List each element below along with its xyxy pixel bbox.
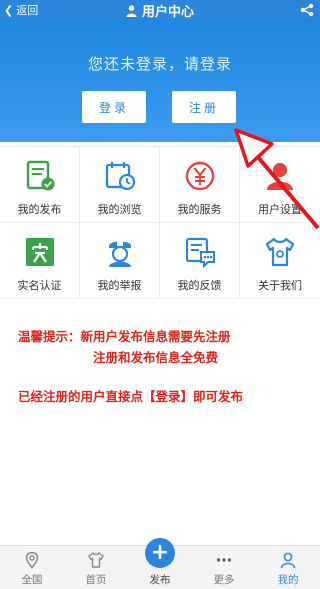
grid-item-label: 我的浏览 xyxy=(97,203,142,216)
tab-more[interactable]: 更多 xyxy=(192,546,256,589)
plus-icon: + xyxy=(145,538,175,568)
grid-item-my-posts[interactable]: 我的发布 xyxy=(0,147,80,223)
login-banner: 您还未登录，请登录 登录 注册 xyxy=(0,19,320,142)
tab-label: 首页 xyxy=(85,574,107,586)
feature-grid: 我的发布 我的浏览 我的服务 用户设置 实名认证 我的举报 我的反馈 关于我们 xyxy=(0,146,320,299)
grid-item-about-us[interactable]: 关于我们 xyxy=(240,223,320,299)
grid-item-my-browsing[interactable]: 我的浏览 xyxy=(80,147,160,223)
register-button[interactable]: 注册 xyxy=(172,91,236,123)
location-icon xyxy=(25,551,39,569)
grid-item-my-services[interactable]: 我的服务 xyxy=(160,147,240,223)
notice-line-1: 温馨提示：新用户发布信息需要先注册 xyxy=(18,329,231,344)
grid-item-my-reports[interactable]: 我的举报 xyxy=(80,223,160,299)
user-icon xyxy=(280,552,296,569)
document-check-icon xyxy=(26,160,55,191)
grid-item-label: 我的举报 xyxy=(97,279,142,292)
tab-publish[interactable]: + 发布 xyxy=(128,538,192,589)
tshirt-icon xyxy=(265,237,295,267)
tab-label: 全国 xyxy=(21,574,43,586)
tab-home[interactable]: 首页 xyxy=(64,546,128,589)
bottom-tab-bar: 全国 首页 + 发布 更多 我的 xyxy=(0,538,320,589)
share-icon[interactable] xyxy=(300,3,314,17)
login-prompt: 您还未登录，请登录 xyxy=(87,55,232,73)
grid-item-label: 实名认证 xyxy=(17,279,62,292)
tab-label: 我的 xyxy=(277,574,299,586)
person-icon xyxy=(126,4,137,17)
police-icon xyxy=(109,241,131,267)
grid-item-user-settings[interactable]: 用户设置 xyxy=(240,147,320,223)
page-title: 用户中心 xyxy=(0,1,320,20)
tab-label: 更多 xyxy=(213,574,235,586)
user-settings-icon xyxy=(267,163,293,190)
grid-item-label: 我的发布 xyxy=(17,203,62,216)
grid-item-label: 我的服务 xyxy=(177,203,222,216)
calendar-clock-icon xyxy=(105,162,136,191)
grid-item-real-name-auth[interactable]: 实名认证 xyxy=(0,223,80,299)
tab-mine[interactable]: 我的 xyxy=(256,546,320,589)
notice-line-3: 已经注册的用户直接点【登录】即可发布 xyxy=(18,389,244,404)
grid-item-label: 关于我们 xyxy=(258,279,302,292)
login-button[interactable]: 登录 xyxy=(82,91,146,123)
grid-item-label: 我的反馈 xyxy=(177,279,222,292)
feedback-icon xyxy=(185,237,215,269)
notice-line-2: 注册和发布信息全免费 xyxy=(93,350,219,365)
page-title-text: 用户中心 xyxy=(141,5,194,20)
yen-circle-icon xyxy=(185,161,215,191)
tab-nationwide[interactable]: 全国 xyxy=(0,546,64,589)
grid-item-my-feedback[interactable]: 我的反馈 xyxy=(160,223,240,299)
notice-box: 温馨提示：新用户发布信息需要先注册 注册和发布信息全免费 已经注册的用户直接点【… xyxy=(18,326,308,407)
tab-label: 发布 xyxy=(149,574,171,586)
more-icon xyxy=(216,558,232,562)
grid-item-label: 用户设置 xyxy=(258,203,302,216)
tshirt-icon xyxy=(88,552,104,568)
top-bar: ❮ 返回 用户中心 xyxy=(0,0,320,20)
verified-badge-icon xyxy=(26,238,54,266)
